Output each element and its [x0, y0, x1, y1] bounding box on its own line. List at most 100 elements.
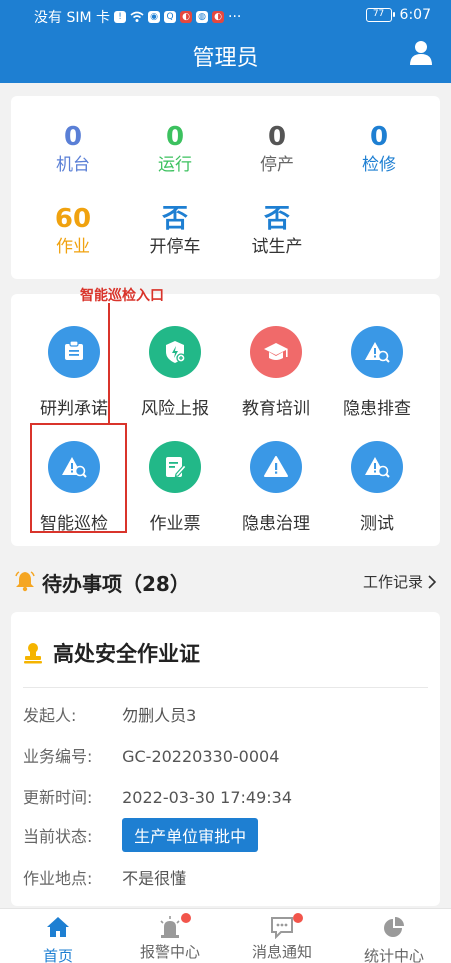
- search-app-icon: Q: [164, 11, 176, 23]
- status-time: 6:07: [399, 7, 431, 23]
- stat-value: 0: [369, 122, 389, 152]
- todo-card-title: 高处安全作业证: [53, 642, 200, 666]
- app-hazard-governance[interactable]: 隐患治理: [226, 441, 326, 534]
- work-record-label: 工作记录: [362, 573, 423, 591]
- notification-dot: [293, 913, 303, 923]
- row-initiator: 发起人: 勿删人员3: [23, 702, 196, 726]
- annotation-text: 智能巡检入口: [80, 288, 164, 304]
- warning-search-icon: [351, 326, 403, 378]
- status-right: 77 6:07: [365, 7, 431, 23]
- nav-label: 统计中心: [363, 947, 424, 963]
- row-value: GC-20220330-0004: [122, 747, 280, 766]
- stat-machine[interactable]: 0 机台: [23, 122, 123, 176]
- page-title: 管理员: [192, 46, 259, 71]
- warning-icon: [250, 441, 302, 493]
- work-record-link[interactable]: 工作记录: [363, 571, 437, 592]
- row-work-location: 作业地点: 不是很懂: [23, 865, 186, 889]
- stat-label: 机台: [56, 155, 90, 175]
- stat-stopped[interactable]: 0 停产: [227, 122, 327, 176]
- alarm-icon: [157, 913, 191, 939]
- row-current-status: 当前状态: 生产单位审批中: [23, 818, 259, 852]
- weibo-icon-2: ◐: [212, 11, 224, 23]
- app-label: 隐患排查: [343, 399, 411, 419]
- stat-work[interactable]: 60 作业: [23, 204, 123, 258]
- todo-card-header: 高处安全作业证: [23, 638, 200, 668]
- app-header: 没有 SIM 卡 ! ◉ Q ◐ ◍ ◐ ··· 77 6:07 管理员: [0, 0, 451, 83]
- row-value: 2022-03-30 17:49:34: [122, 788, 293, 807]
- clipboard-icon: [48, 326, 100, 378]
- shield-app-icon: ◉: [148, 11, 160, 23]
- edit-document-icon: [149, 441, 201, 493]
- annotation-box: [30, 423, 127, 533]
- row-business-number: 业务编号: GC-20220330-0004: [23, 743, 279, 767]
- stat-label: 停产: [260, 155, 294, 175]
- carrier-text: 没有 SIM 卡: [34, 10, 110, 26]
- stat-value: 0: [267, 122, 287, 152]
- message-icon: [269, 913, 303, 940]
- todo-item-card[interactable]: 高处安全作业证 发起人: 勿删人员3 业务编号: GC-20220330-000…: [11, 612, 440, 906]
- stat-label: 试生产: [251, 237, 303, 257]
- wifi-icon: [130, 11, 144, 22]
- app-label: 教育培训: [242, 399, 310, 419]
- app-test[interactable]: 测试: [327, 441, 427, 534]
- stat-value: 否: [161, 204, 188, 234]
- status-badge: 生产单位审批中: [122, 818, 259, 852]
- stat-value: 0: [165, 122, 185, 152]
- todo-header: 待办事项（28） 工作记录: [0, 560, 451, 600]
- row-label: 更新时间:: [23, 788, 93, 807]
- row-label: 业务编号:: [23, 747, 93, 766]
- stat-label: 开停车: [149, 237, 201, 257]
- row-update-time: 更新时间: 2022-03-30 17:49:34: [23, 784, 292, 808]
- user-profile-icon[interactable]: [409, 40, 433, 66]
- bottom-nav: 首页 报警中心 消息通知 统计中心: [0, 908, 451, 963]
- app-education-training[interactable]: 教育培训: [226, 326, 326, 419]
- stat-value: 60: [54, 204, 92, 234]
- weibo-icon: ◐: [180, 11, 192, 23]
- row-label: 当前状态:: [23, 827, 93, 846]
- app-label: 风险上报: [141, 399, 209, 419]
- row-value: 勿删人员3: [122, 706, 197, 725]
- sim-alert-icon: !: [114, 11, 126, 23]
- chevron-right-icon: [428, 574, 437, 589]
- stat-value: 否: [263, 204, 290, 234]
- row-label: 作业地点:: [23, 869, 93, 888]
- todo-title: 待办事项（28）: [42, 572, 190, 596]
- app-risk-report[interactable]: 风险上报: [125, 326, 225, 419]
- stat-start-stop[interactable]: 否 开停车: [125, 204, 225, 258]
- app-label: 隐患治理: [242, 514, 310, 534]
- nav-label: 首页: [42, 947, 73, 963]
- battery-icon: 77: [365, 8, 395, 22]
- stamp-icon: [24, 643, 42, 664]
- stats-card: 0 机台 0 运行 0 停产 0 检修 60 作业 否 开停车 否 试生产: [11, 96, 440, 279]
- shield-icon: [149, 326, 201, 378]
- stat-value: 0: [63, 122, 83, 152]
- more-notifications: ···: [228, 9, 242, 25]
- divider: [23, 687, 428, 688]
- stat-label: 运行: [158, 155, 192, 175]
- nav-alarm-center[interactable]: 报警中心: [114, 913, 226, 962]
- nav-statistics[interactable]: 统计中心: [338, 915, 450, 963]
- app-label: 作业票: [149, 514, 201, 534]
- stat-running[interactable]: 0 运行: [125, 122, 225, 176]
- annotation-line: [108, 303, 110, 423]
- browser-app-icon: ◍: [196, 11, 208, 23]
- row-value: 不是很懂: [122, 869, 187, 888]
- nav-home[interactable]: 首页: [2, 915, 114, 963]
- row-label: 发起人:: [23, 706, 77, 725]
- status-bar: 没有 SIM 卡 ! ◉ Q ◐ ◍ ◐ ··· 77 6:07: [0, 0, 451, 30]
- stat-label: 检修: [362, 155, 396, 175]
- pie-chart-icon: [384, 917, 404, 937]
- stat-maintenance[interactable]: 0 检修: [329, 122, 429, 176]
- app-hazard-check[interactable]: 隐患排查: [327, 326, 427, 419]
- stat-trial-production[interactable]: 否 试生产: [227, 204, 327, 258]
- status-left: 没有 SIM 卡 ! ◉ Q ◐ ◍ ◐ ···: [34, 7, 241, 27]
- graduation-cap-icon: [250, 326, 302, 378]
- nav-label: 报警中心: [139, 943, 200, 961]
- notification-dot: [181, 913, 191, 923]
- warning-search-icon: [351, 441, 403, 493]
- stat-label: 作业: [56, 237, 90, 257]
- home-icon: [47, 917, 69, 937]
- app-work-ticket[interactable]: 作业票: [125, 441, 225, 534]
- nav-label: 消息通知: [251, 943, 312, 961]
- nav-messages[interactable]: 消息通知: [226, 913, 338, 962]
